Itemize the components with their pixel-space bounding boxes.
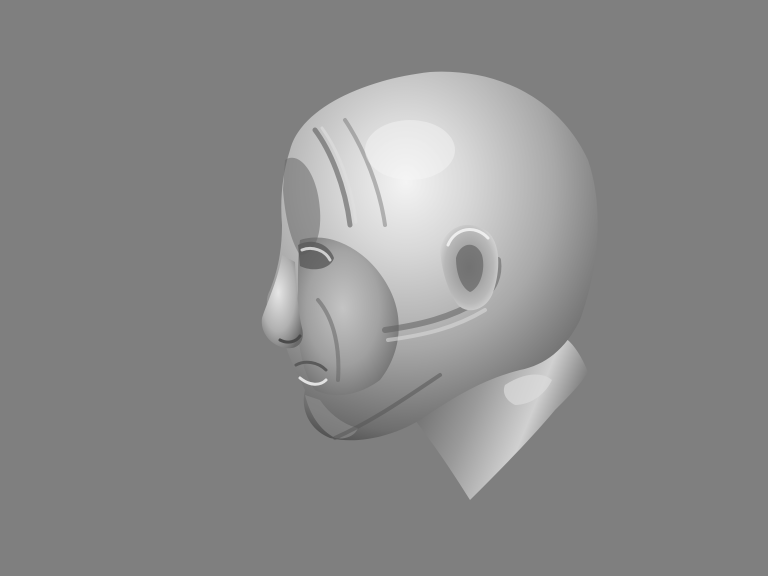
skull-specular [365,120,455,180]
head-sculpt-render [261,71,598,500]
3d-viewport[interactable] [0,0,768,576]
